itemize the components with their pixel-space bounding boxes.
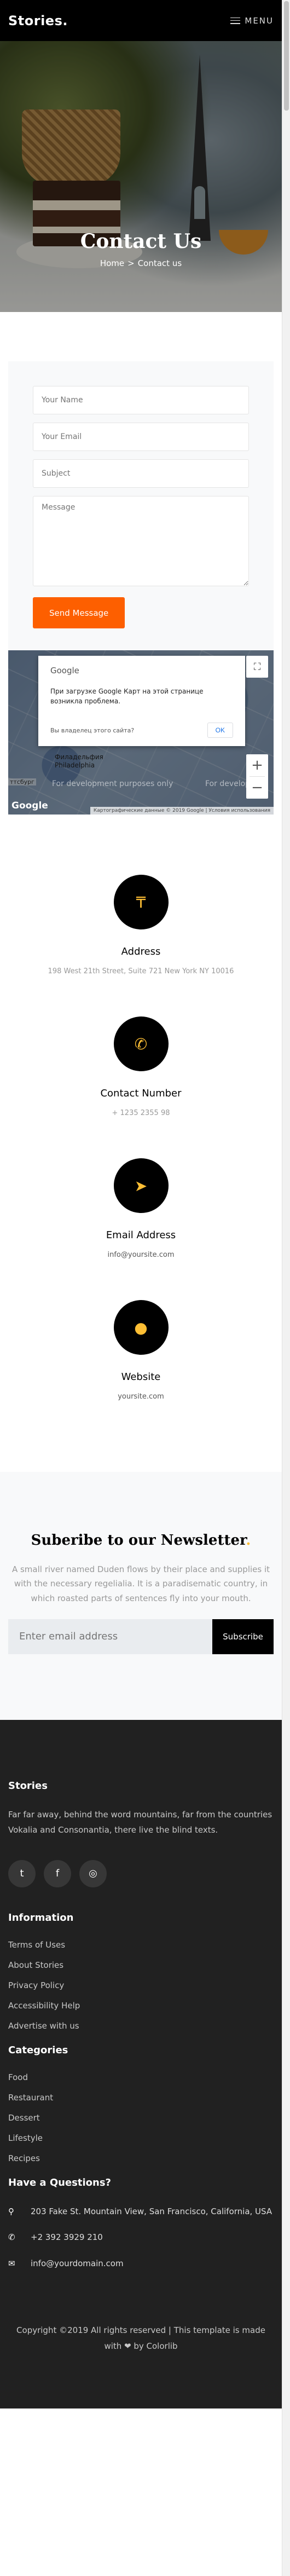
map-dialog-question: Вы владелец этого сайта? <box>50 726 135 734</box>
hero-text: Contact Us Home > Contact us <box>0 230 282 268</box>
site-logo[interactable]: Stories. <box>8 13 68 28</box>
footer-categories-title: Categories <box>8 2044 68 2056</box>
website-title: Website <box>121 1371 161 1383</box>
footer-link-privacy[interactable]: Privacy Policy <box>8 1980 274 1990</box>
footer-information-title: Information <box>8 1911 74 1924</box>
footer-category-lifestyle[interactable]: Lifestyle <box>8 2133 274 2143</box>
footer-email-row: ✉ info@yourdomain.com <box>8 2257 274 2271</box>
map-dialog-ok-button[interactable]: OK <box>207 723 233 738</box>
footer-contact: Have a Questions? ⚲ 203 Fake St. Mountai… <box>8 2177 274 2271</box>
top-navbar: Stories. MENU <box>0 0 282 41</box>
footer-information: Information Terms of Uses About Stories … <box>8 1912 274 2031</box>
map-attribution[interactable]: Картографические данные © 2019 Google | … <box>90 807 274 815</box>
footer: Stories Far far away, behind the word mo… <box>0 1719 282 2409</box>
page-scrollbar[interactable] <box>282 0 290 2576</box>
message-textarea[interactable] <box>33 496 249 586</box>
breadcrumb: Home > Contact us <box>0 258 282 268</box>
chevron-right-icon: > <box>127 258 135 268</box>
contact-info-section: ₸ Address 198 West 21th Street, Suite 72… <box>0 815 282 1428</box>
website-link[interactable]: yoursite.com <box>8 1393 274 1401</box>
map-pin-icon: ⚲ <box>8 2206 14 2216</box>
footer-address: 203 Fake St. Mountain View, San Francisc… <box>31 2206 272 2216</box>
email-block: ➤ Email Address info@yoursite.com <box>8 1158 274 1259</box>
breadcrumb-home-link[interactable]: Home <box>100 258 124 268</box>
footer-phone-row: ✆ +2 392 3929 210 <box>8 2231 274 2245</box>
address-text: 198 West 21th Street, Suite 721 New York… <box>48 967 234 975</box>
copyright-text: Copyright ©2019 All rights reserved | Th… <box>16 2325 265 2351</box>
email-input[interactable] <box>33 423 249 451</box>
social-links: t f ◎ <box>8 1859 274 1887</box>
newsletter-title-dot: . <box>246 1532 251 1549</box>
footer-link-terms[interactable]: Terms of Uses <box>8 1940 274 1950</box>
map-zoom-control: + − <box>246 754 268 799</box>
footer-category-dessert[interactable]: Dessert <box>8 2113 274 2123</box>
instagram-icon[interactable]: ◎ <box>79 1859 107 1887</box>
google-map[interactable]: Филадельфия Philadelphia ттсбург For dev… <box>8 650 274 815</box>
send-message-button[interactable]: Send Message <box>33 597 125 628</box>
newsletter-form: Subscribe <box>8 1619 274 1654</box>
subject-input[interactable] <box>33 459 249 488</box>
map-dialog-brand: Google <box>50 666 79 675</box>
hamburger-icon <box>230 17 241 24</box>
phone-title: Contact Number <box>100 1088 182 1099</box>
footer-questions-title: Have a Questions? <box>8 2176 111 2188</box>
footer-address-row: ⚲ 203 Fake St. Mountain View, San Franci… <box>8 2205 274 2219</box>
footer-phone[interactable]: +2 392 3929 210 <box>31 2231 103 2245</box>
menu-toggle-button[interactable]: MENU <box>230 16 274 26</box>
footer-categories: Categories Food Restaurant Dessert Lifes… <box>8 2044 274 2163</box>
footer-link-accessibility[interactable]: Accessibility Help <box>8 2001 274 2011</box>
subscribe-button[interactable]: Subscribe <box>212 1619 274 1654</box>
page: Stories. MENU Contact Us Home > Contact us… <box>0 0 282 2409</box>
menu-label: MENU <box>245 15 274 26</box>
twitter-icon[interactable]: t <box>8 1859 36 1887</box>
map-dev-watermark: For development purposes only <box>52 779 173 788</box>
phone-icon: ✆ <box>8 2232 15 2243</box>
map-error-dialog: Google При загрузке Google Карт на этой … <box>38 656 245 746</box>
zoom-out-button[interactable]: − <box>246 777 268 799</box>
hero-section: Stories. MENU Contact Us Home > Contact us <box>0 0 282 312</box>
website-block: ● Website yoursite.com <box>8 1300 274 1401</box>
fullscreen-icon[interactable]: ⛶ <box>246 656 268 678</box>
address-title: Address <box>121 946 161 957</box>
page-title: Contact Us <box>80 230 202 253</box>
phone-block: ✆ Contact Number + 1235 2355 98 <box>8 1016 274 1117</box>
footer-link-about[interactable]: About Stories <box>8 1960 274 1970</box>
footer-category-recipes[interactable]: Recipes <box>8 2153 274 2163</box>
footer-category-restaurant[interactable]: Restaurant <box>8 2093 274 2103</box>
breadcrumb-current: Contact us <box>137 258 182 268</box>
zoom-in-button[interactable]: + <box>246 754 268 776</box>
facebook-icon[interactable]: f <box>44 1859 71 1887</box>
scrollbar-thumb[interactable] <box>284 1 289 111</box>
newsletter-text: A small river named Duden flows by their… <box>11 1564 270 1603</box>
phone-text[interactable]: + 1235 2355 98 <box>8 1109 274 1117</box>
google-logo: Google <box>11 800 48 811</box>
envelope-icon: ✉ <box>8 2258 15 2268</box>
globe-icon: ● <box>113 1300 169 1355</box>
newsletter-title: Suberibe to our Newsletter. <box>8 1532 274 1549</box>
address-block: ₸ Address 198 West 21th Street, Suite 72… <box>8 875 274 975</box>
map-dialog-message: При загрузке Google Карт на этой страниц… <box>50 688 204 705</box>
name-input[interactable] <box>33 386 249 414</box>
footer-category-food[interactable]: Food <box>8 2072 274 2082</box>
footer-email[interactable]: info@yourdomain.com <box>31 2257 124 2271</box>
paper-plane-icon: ➤ <box>113 1158 169 1213</box>
newsletter-email-input[interactable] <box>8 1619 212 1654</box>
footer-link-advertise[interactable]: Advertise with us <box>8 2021 274 2031</box>
address-icon: ₸ <box>113 875 169 929</box>
contact-form: Send Message <box>8 361 274 650</box>
footer-about-title: Stories <box>8 1780 48 1792</box>
email-title: Email Address <box>106 1229 176 1241</box>
email-link[interactable]: info@yoursite.com <box>8 1251 274 1259</box>
footer-about-text: Far far away, behind the word mountains,… <box>8 1809 272 1835</box>
phone-icon: ✆ <box>113 1016 169 1071</box>
newsletter-section: Suberibe to our Newsletter. A small rive… <box>0 1472 282 1720</box>
newsletter-title-text: Suberibe to our Newsletter <box>31 1532 246 1549</box>
